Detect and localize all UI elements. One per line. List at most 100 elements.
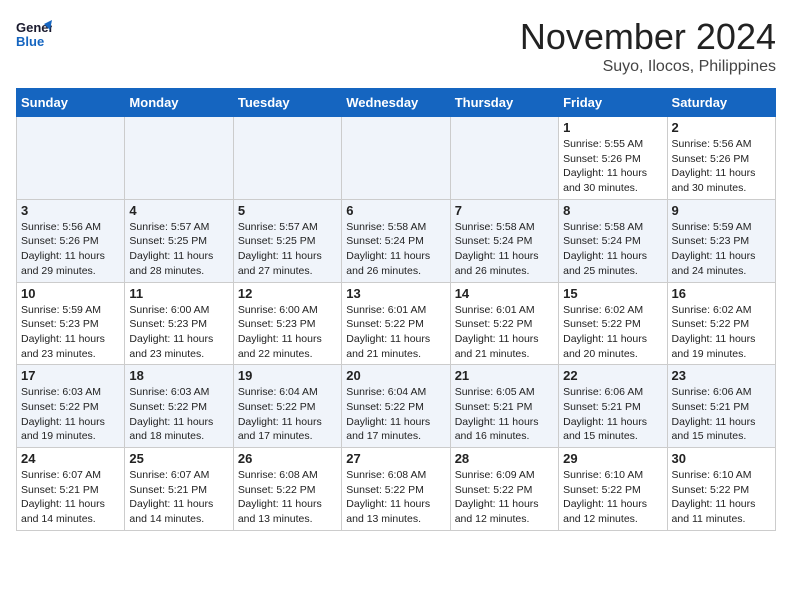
weekday-header: Friday [559, 89, 667, 117]
day-number: 18 [129, 368, 228, 383]
day-info: Sunrise: 6:01 AMSunset: 5:22 PMDaylight:… [455, 303, 554, 362]
day-info: Sunrise: 5:58 AMSunset: 5:24 PMDaylight:… [563, 220, 662, 279]
svg-text:General: General [16, 20, 52, 35]
calendar-header-row: SundayMondayTuesdayWednesdayThursdayFrid… [17, 89, 776, 117]
day-info: Sunrise: 5:57 AMSunset: 5:25 PMDaylight:… [129, 220, 228, 279]
day-number: 13 [346, 286, 445, 301]
day-number: 3 [21, 203, 120, 218]
calendar-week-row: 17 Sunrise: 6:03 AMSunset: 5:22 PMDayligh… [17, 365, 776, 448]
title-block: November 2024 Suyo, Ilocos, Philippines [520, 16, 776, 76]
day-number: 22 [563, 368, 662, 383]
day-number: 25 [129, 451, 228, 466]
day-number: 7 [455, 203, 554, 218]
calendar-cell: 10Sunrise: 5:59 AMSunset: 5:23 PMDayligh… [17, 282, 125, 365]
calendar-week-row: 24 Sunrise: 6:07 AMSunset: 5:21 PMDayligh… [17, 448, 776, 531]
weekday-header: Monday [125, 89, 233, 117]
day-number: 4 [129, 203, 228, 218]
day-number: 15 [563, 286, 662, 301]
day-number: 29 [563, 451, 662, 466]
calendar-cell: 13 Sunrise: 6:01 AMSunset: 5:22 PMDayligh… [342, 282, 450, 365]
weekday-header: Sunday [17, 89, 125, 117]
calendar-cell: 14 Sunrise: 6:01 AMSunset: 5:22 PMDayligh… [450, 282, 558, 365]
calendar-cell [17, 117, 125, 200]
day-info: Sunrise: 5:57 AMSunset: 5:25 PMDaylight:… [238, 220, 337, 279]
calendar-week-row: 3 Sunrise: 5:56 AMSunset: 5:26 PMDaylight… [17, 199, 776, 282]
day-number: 20 [346, 368, 445, 383]
day-info: Sunrise: 6:00 AMSunset: 5:23 PMDaylight:… [238, 303, 337, 362]
day-info: Sunrise: 6:01 AMSunset: 5:22 PMDaylight:… [346, 303, 445, 362]
day-number: 26 [238, 451, 337, 466]
day-info: Sunrise: 6:08 AMSunset: 5:22 PMDaylight:… [346, 468, 445, 527]
calendar-cell: 9 Sunrise: 5:59 AMSunset: 5:23 PMDaylight… [667, 199, 775, 282]
day-info: Sunrise: 5:58 AMSunset: 5:24 PMDaylight:… [346, 220, 445, 279]
day-info: Sunrise: 6:04 AMSunset: 5:22 PMDaylight:… [238, 385, 337, 444]
calendar-week-row: 1Sunrise: 5:55 AMSunset: 5:26 PMDaylight… [17, 117, 776, 200]
weekday-header: Thursday [450, 89, 558, 117]
day-number: 16 [672, 286, 771, 301]
day-number: 11 [129, 286, 228, 301]
day-number: 5 [238, 203, 337, 218]
day-number: 27 [346, 451, 445, 466]
day-info: Sunrise: 6:03 AMSunset: 5:22 PMDaylight:… [129, 385, 228, 444]
calendar-cell: 1Sunrise: 5:55 AMSunset: 5:26 PMDaylight… [559, 117, 667, 200]
day-info: Sunrise: 6:05 AMSunset: 5:21 PMDaylight:… [455, 385, 554, 444]
calendar-cell: 23 Sunrise: 6:06 AMSunset: 5:21 PMDayligh… [667, 365, 775, 448]
calendar-cell: 21Sunrise: 6:05 AMSunset: 5:21 PMDayligh… [450, 365, 558, 448]
day-number: 8 [563, 203, 662, 218]
day-info: Sunrise: 6:10 AMSunset: 5:22 PMDaylight:… [672, 468, 771, 527]
day-info: Sunrise: 6:02 AMSunset: 5:22 PMDaylight:… [563, 303, 662, 362]
calendar-cell: 26Sunrise: 6:08 AMSunset: 5:22 PMDayligh… [233, 448, 341, 531]
calendar-cell: 18 Sunrise: 6:03 AMSunset: 5:22 PMDayligh… [125, 365, 233, 448]
day-number: 28 [455, 451, 554, 466]
day-info: Sunrise: 6:00 AMSunset: 5:23 PMDaylight:… [129, 303, 228, 362]
weekday-header: Saturday [667, 89, 775, 117]
calendar-body: 1Sunrise: 5:55 AMSunset: 5:26 PMDaylight… [17, 117, 776, 531]
day-number: 9 [672, 203, 771, 218]
calendar-cell: 5 Sunrise: 5:57 AMSunset: 5:25 PMDaylight… [233, 199, 341, 282]
day-info: Sunrise: 6:06 AMSunset: 5:21 PMDaylight:… [672, 385, 771, 444]
header: General Blue November 2024 Suyo, Ilocos,… [16, 16, 776, 76]
day-info: Sunrise: 5:56 AMSunset: 5:26 PMDaylight:… [672, 137, 771, 196]
calendar-cell: 6 Sunrise: 5:58 AMSunset: 5:24 PMDaylight… [342, 199, 450, 282]
svg-text:Blue: Blue [16, 34, 44, 49]
calendar-cell [450, 117, 558, 200]
calendar-cell [342, 117, 450, 200]
day-number: 12 [238, 286, 337, 301]
calendar-cell: 28Sunrise: 6:09 AMSunset: 5:22 PMDayligh… [450, 448, 558, 531]
calendar-cell: 7 Sunrise: 5:58 AMSunset: 5:24 PMDaylight… [450, 199, 558, 282]
calendar-cell: 25 Sunrise: 6:07 AMSunset: 5:21 PMDayligh… [125, 448, 233, 531]
day-info: Sunrise: 5:56 AMSunset: 5:26 PMDaylight:… [21, 220, 120, 279]
calendar-table: SundayMondayTuesdayWednesdayThursdayFrid… [16, 88, 776, 531]
day-number: 2 [672, 120, 771, 135]
weekday-header: Tuesday [233, 89, 341, 117]
day-number: 24 [21, 451, 120, 466]
day-info: Sunrise: 5:59 AMSunset: 5:23 PMDaylight:… [672, 220, 771, 279]
day-info: Sunrise: 5:58 AMSunset: 5:24 PMDaylight:… [455, 220, 554, 279]
calendar-cell: 16 Sunrise: 6:02 AMSunset: 5:22 PMDayligh… [667, 282, 775, 365]
day-number: 30 [672, 451, 771, 466]
day-info: Sunrise: 6:10 AMSunset: 5:22 PMDaylight:… [563, 468, 662, 527]
day-number: 23 [672, 368, 771, 383]
calendar-cell: 11 Sunrise: 6:00 AMSunset: 5:23 PMDayligh… [125, 282, 233, 365]
day-info: Sunrise: 6:04 AMSunset: 5:22 PMDaylight:… [346, 385, 445, 444]
calendar-cell [233, 117, 341, 200]
calendar-cell: 12 Sunrise: 6:00 AMSunset: 5:23 PMDayligh… [233, 282, 341, 365]
location: Suyo, Ilocos, Philippines [520, 58, 776, 76]
calendar-cell: 15 Sunrise: 6:02 AMSunset: 5:22 PMDayligh… [559, 282, 667, 365]
day-info: Sunrise: 6:02 AMSunset: 5:22 PMDaylight:… [672, 303, 771, 362]
day-number: 17 [21, 368, 120, 383]
month-title: November 2024 [520, 16, 776, 58]
day-info: Sunrise: 6:07 AMSunset: 5:21 PMDaylight:… [129, 468, 228, 527]
calendar-cell [125, 117, 233, 200]
day-info: Sunrise: 5:55 AMSunset: 5:26 PMDaylight:… [563, 137, 662, 196]
calendar-cell: 3 Sunrise: 5:56 AMSunset: 5:26 PMDaylight… [17, 199, 125, 282]
day-number: 6 [346, 203, 445, 218]
logo: General Blue [16, 16, 56, 52]
calendar-week-row: 10Sunrise: 5:59 AMSunset: 5:23 PMDayligh… [17, 282, 776, 365]
calendar-cell: 24Sunrise: 6:07 AMSunset: 5:21 PMDayligh… [17, 448, 125, 531]
calendar-cell: 17 Sunrise: 6:03 AMSunset: 5:22 PMDayligh… [17, 365, 125, 448]
logo-icon: General Blue [16, 16, 52, 52]
weekday-header: Wednesday [342, 89, 450, 117]
day-number: 14 [455, 286, 554, 301]
day-info: Sunrise: 6:03 AMSunset: 5:22 PMDaylight:… [21, 385, 120, 444]
